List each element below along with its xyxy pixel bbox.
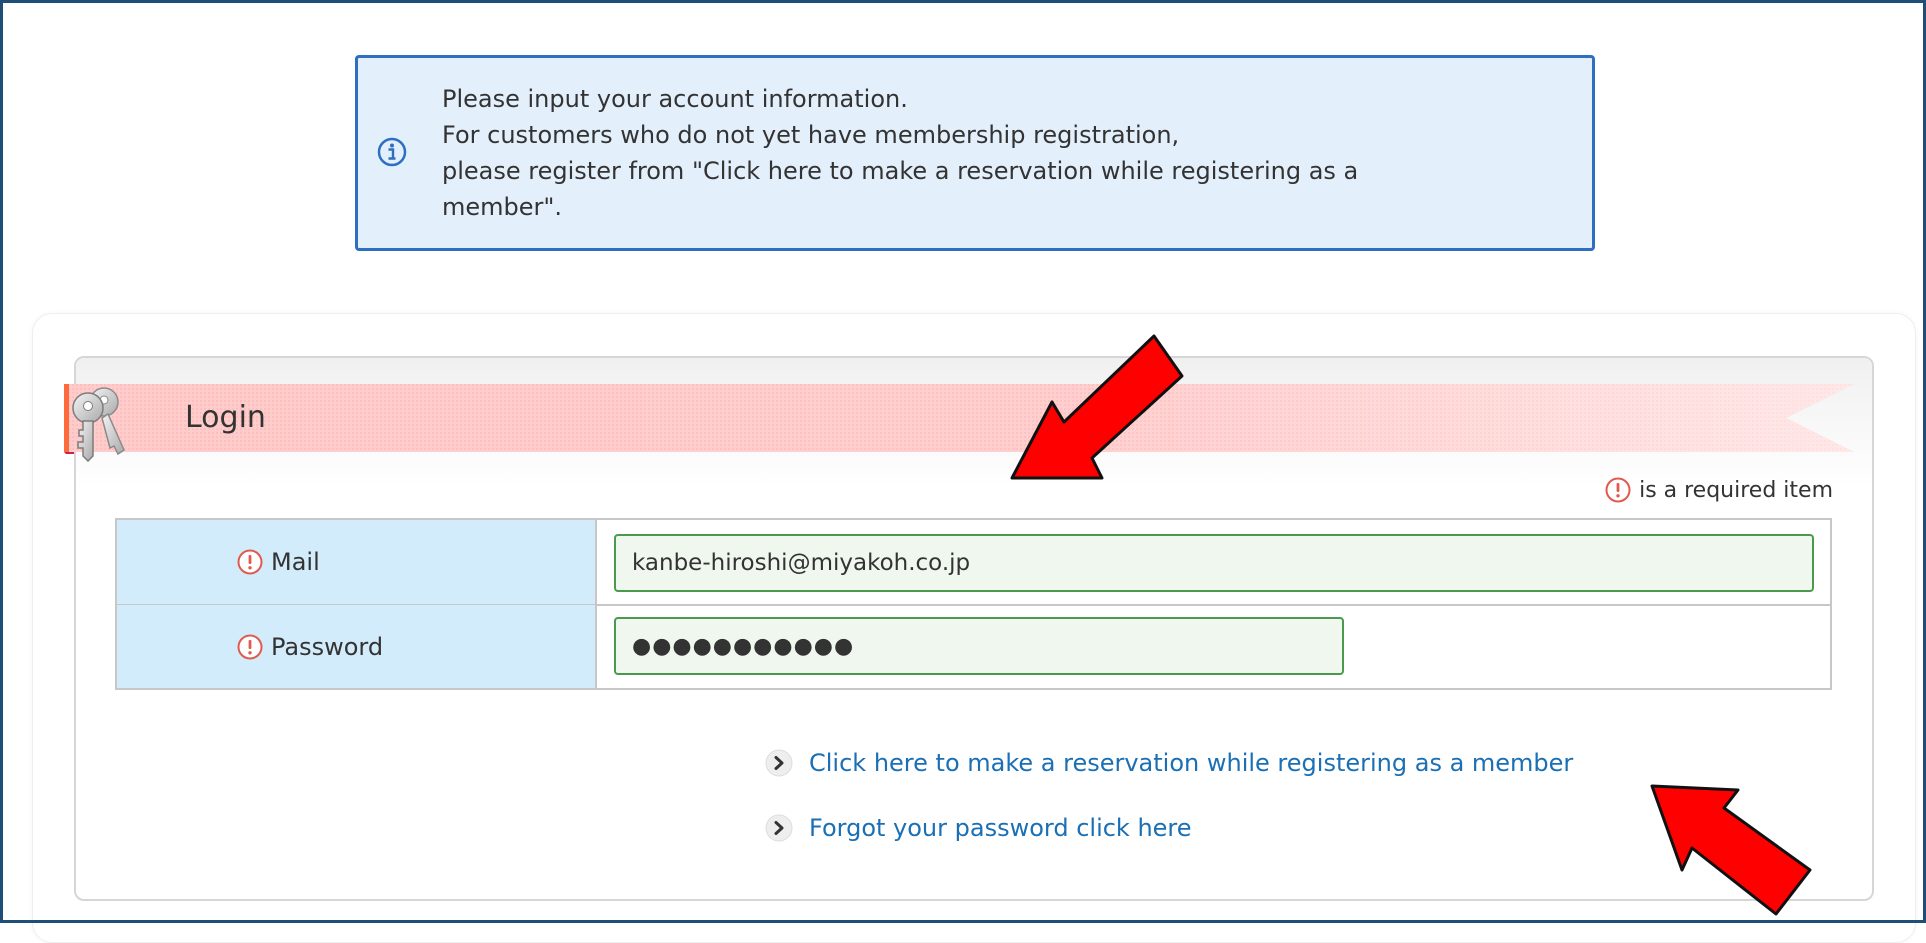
mail-label-cell: Mail <box>117 520 597 604</box>
password-row: Password <box>117 605 1830 688</box>
info-line: Please input your account information. <box>442 85 908 113</box>
key-icon <box>72 387 125 462</box>
register-link-text[interactable]: Click here to make a reservation while r… <box>809 749 1573 777</box>
login-header-ribbon: Login <box>64 384 1854 462</box>
required-icon <box>237 634 263 659</box>
mail-label: Mail <box>237 520 320 604</box>
register-link[interactable]: Click here to make a reservation while r… <box>765 743 1573 783</box>
info-icon <box>377 137 407 167</box>
info-line: member". <box>442 193 563 221</box>
password-label-text: Password <box>271 632 384 661</box>
chevron-right-icon <box>765 814 793 842</box>
forgot-password-link-text[interactable]: Forgot your password click here <box>809 814 1192 842</box>
info-line: please register from "Click here to make… <box>442 157 1359 185</box>
info-message-box: Please input your account information. F… <box>355 55 1595 251</box>
mail-label-text: Mail <box>271 548 320 576</box>
required-note-text: is a required item <box>1639 477 1833 503</box>
required-icon <box>237 549 263 575</box>
chevron-right-icon <box>765 749 793 777</box>
info-line: For customers who do not yet have member… <box>442 121 1180 149</box>
forgot-password-link[interactable]: Forgot your password click here <box>765 808 1192 848</box>
password-label: Password <box>237 605 383 688</box>
password-input[interactable] <box>614 617 1344 675</box>
login-form-table: Mail Password <box>115 518 1832 690</box>
password-label-cell: Password <box>117 605 597 688</box>
mail-row: Mail <box>117 520 1830 606</box>
login-title: Login <box>185 400 266 435</box>
mail-input[interactable] <box>614 534 1814 592</box>
info-message-text: Please input your account information. F… <box>442 81 1562 225</box>
ribbon-shape <box>64 384 1854 454</box>
required-icon <box>1605 477 1631 503</box>
required-item-note: is a required item <box>1605 474 1833 506</box>
